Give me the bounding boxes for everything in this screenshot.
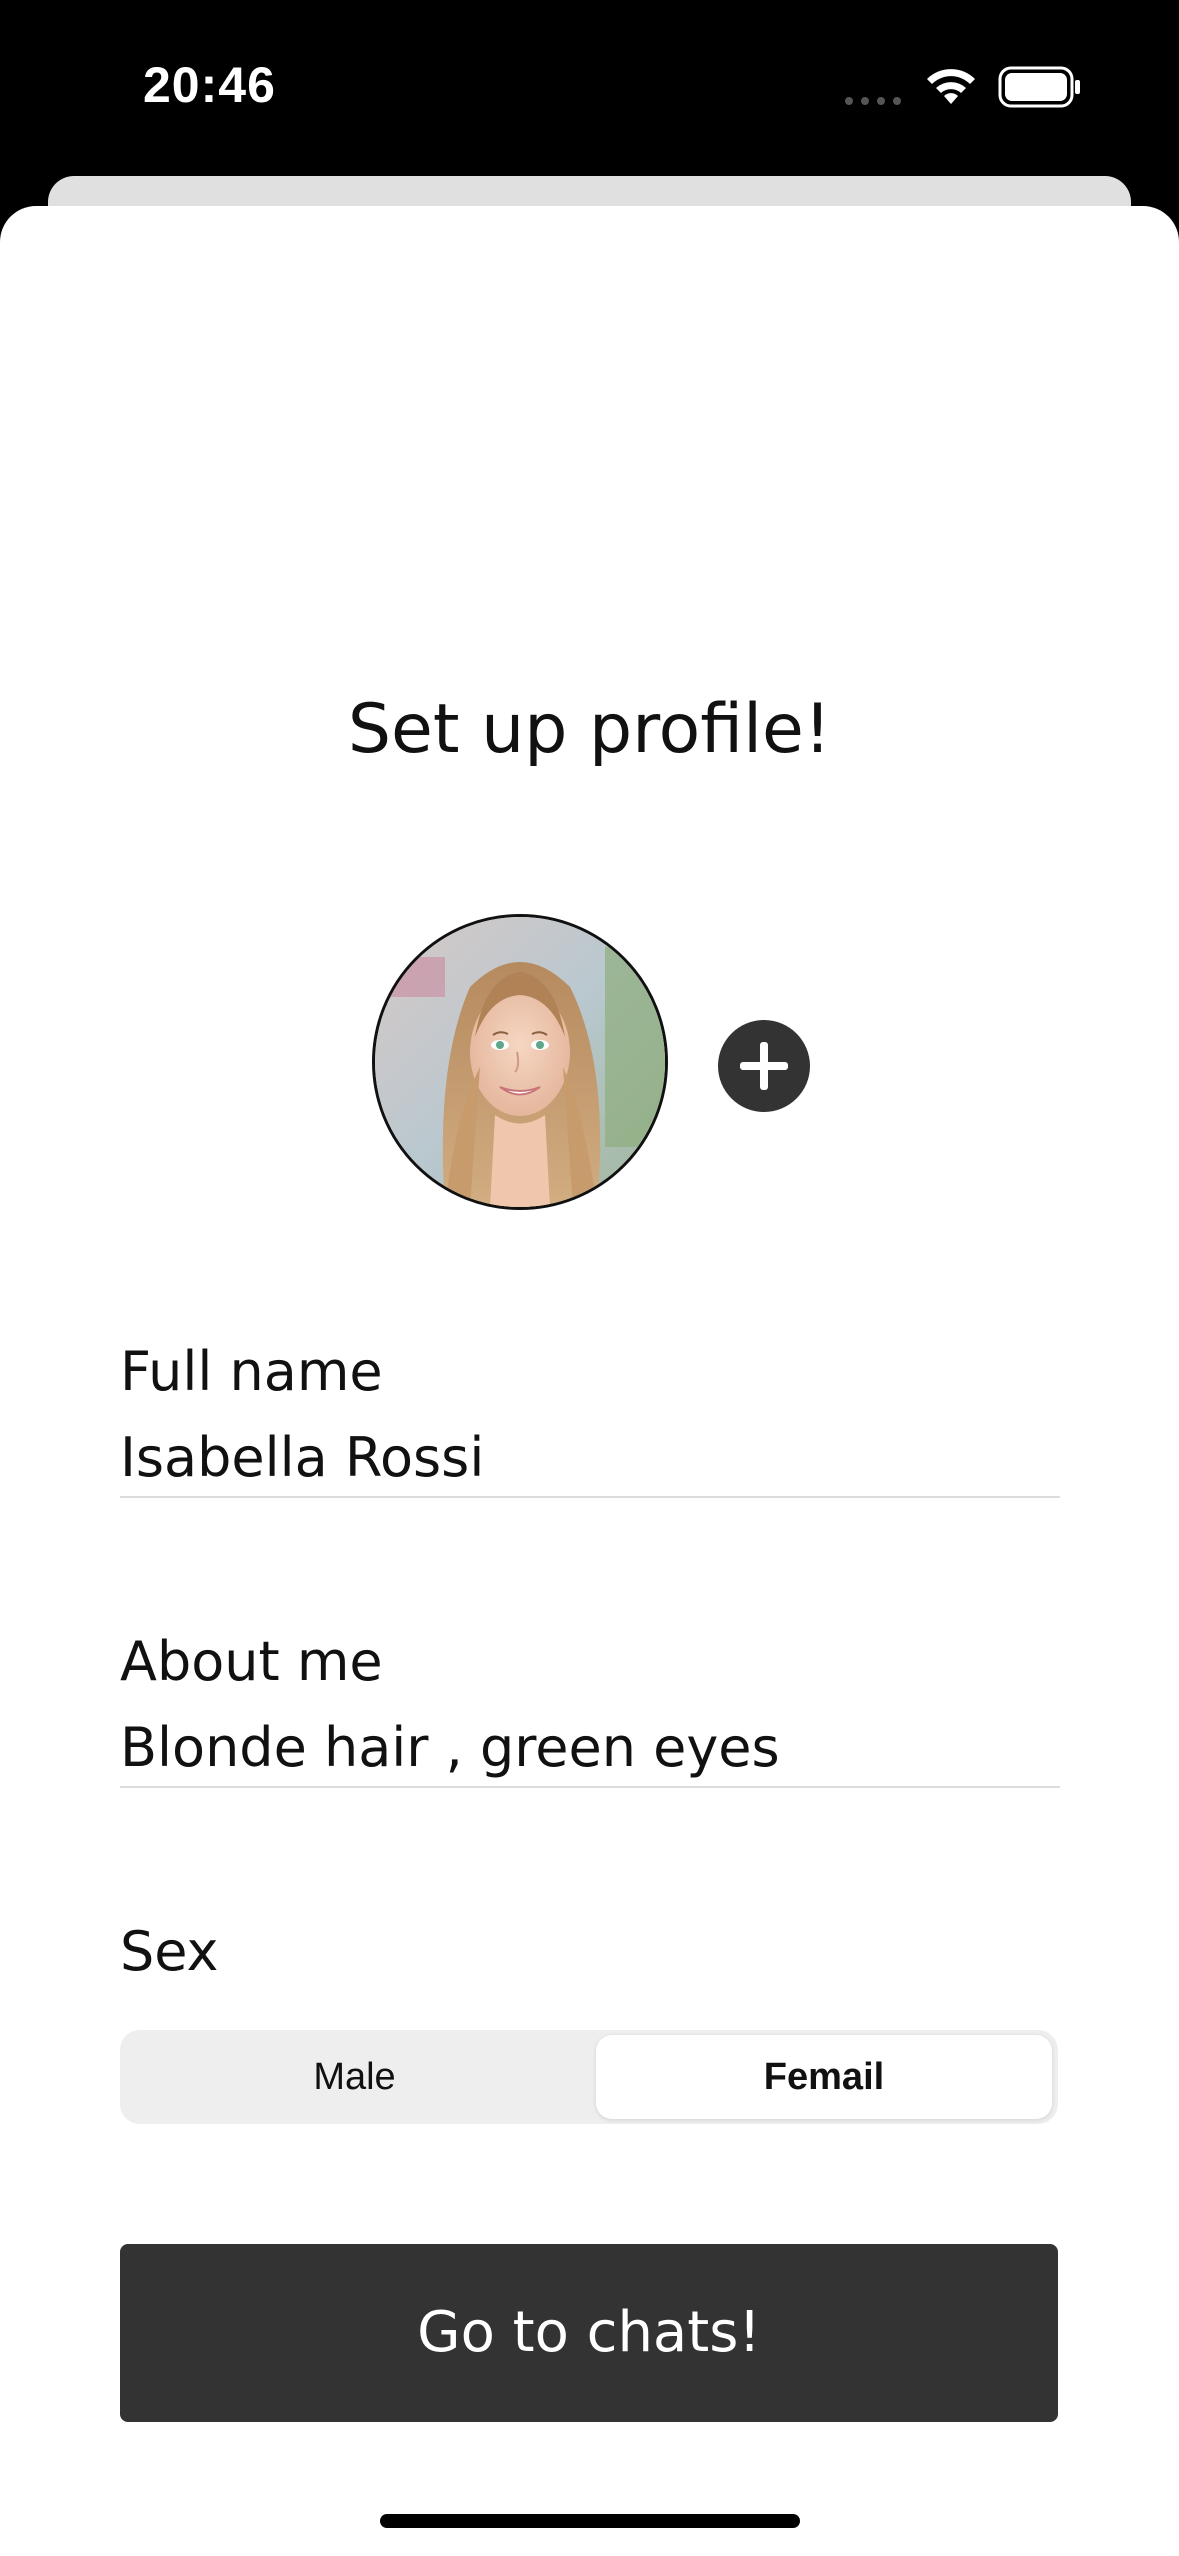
avatar[interactable]	[372, 914, 668, 1210]
screen: 20:46 Set up profile! Full name Isabella…	[0, 0, 1179, 2556]
sex-segmented-control: Male Femail	[120, 2030, 1058, 2124]
status-time: 20:46	[143, 57, 276, 113]
segment-male[interactable]: Male	[120, 2030, 589, 2124]
plus-icon	[740, 1042, 788, 1090]
add-photo-button[interactable]	[718, 1020, 810, 1112]
status-bar: 20:46	[0, 0, 1179, 170]
go-to-chats-button[interactable]: Go to chats!	[120, 2244, 1058, 2422]
home-indicator	[380, 2514, 800, 2528]
wifi-icon	[927, 69, 975, 104]
full-name-label: Full name	[120, 1340, 383, 1403]
full-name-input[interactable]	[120, 1418, 1060, 1498]
signal-dots-icon	[845, 97, 901, 105]
about-me-input[interactable]	[120, 1708, 1060, 1788]
page-title: Set up profile!	[347, 690, 832, 769]
avatar-photo	[375, 917, 665, 1207]
battery-icon	[998, 66, 1080, 108]
sex-label: Sex	[120, 1920, 219, 1983]
about-me-label: About me	[120, 1630, 383, 1693]
segment-female[interactable]: Femail	[596, 2035, 1052, 2119]
